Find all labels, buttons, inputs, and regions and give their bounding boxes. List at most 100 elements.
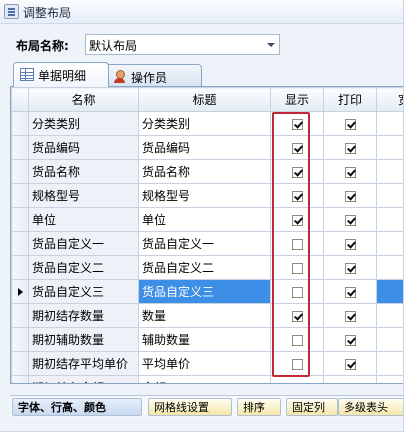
tab-fixed-columns[interactable]: 固定列 [286,398,338,416]
show-checkbox[interactable] [291,166,303,178]
table-row[interactable]: 货品自定义三 货品自定义三 [11,279,403,304]
row-indicator[interactable] [11,111,29,136]
show-checkbox[interactable] [291,190,303,202]
field-title-cell[interactable]: 货品自定义三 [138,279,271,304]
width-cell[interactable] [376,255,403,280]
print-checkbox[interactable] [344,286,356,298]
table-row[interactable]: 期初结存平均单价 平均单价 [11,351,403,376]
table-row[interactable]: 规格型号 规格型号 [11,183,403,208]
print-cell [323,207,377,232]
field-title-cell[interactable]: 货品名称 [138,159,271,184]
table-row[interactable]: 期初结存金额金额 [11,375,403,383]
layout-name-label: 布局名称: [16,39,69,53]
field-title-cell[interactable]: 单位 [138,207,271,232]
show-checkbox[interactable] [291,262,303,274]
field-title-cell[interactable]: 货品自定义二 [138,255,271,280]
row-indicator[interactable] [11,207,29,232]
print-checkbox[interactable] [344,214,356,226]
table-row[interactable]: 分类类别 分类类别 [11,111,403,136]
tab-gridline-settings[interactable]: 网格线设置 [148,398,232,416]
width-cell[interactable] [376,351,403,376]
layout-name-row: 布局名称: 默认布局 [0,32,403,58]
print-checkbox[interactable] [344,190,356,202]
field-title-cell[interactable]: 平均单价 [138,351,271,376]
column-settings-table: 名称 标题 显示 打印 宽 分类类别分类类别货品编码货品编码货品名称货品名称规格… [11,87,403,383]
row-indicator[interactable] [11,159,29,184]
print-cell [323,183,377,208]
print-cell [323,231,377,256]
show-checkbox[interactable] [291,358,303,370]
width-cell[interactable] [376,111,403,136]
row-indicator[interactable] [11,375,29,383]
table-row[interactable]: 货品名称 货品名称 [11,159,403,184]
show-checkbox[interactable] [291,238,303,250]
print-checkbox[interactable] [344,358,356,370]
table-row[interactable]: 货品自定义一 货品自定义一 [11,231,403,256]
row-indicator[interactable] [11,183,29,208]
tab-operator[interactable]: 操作员 [106,64,202,86]
tab-multi-header[interactable]: 多级表头 [338,398,403,416]
field-title-cell[interactable]: 辅助数量 [138,327,271,352]
print-cell [323,111,377,136]
row-indicator[interactable] [11,303,29,328]
show-cell [270,327,324,352]
width-cell[interactable] [376,135,403,160]
header-width[interactable]: 宽 [376,87,403,112]
table-row[interactable]: 货品自定义二 货品自定义二 [11,255,403,280]
row-indicator[interactable] [11,279,29,304]
header-indicator [11,87,29,112]
width-cell[interactable] [376,231,403,256]
show-checkbox[interactable] [291,142,303,154]
field-title-cell[interactable]: 分类类别 [138,111,271,136]
table-row[interactable]: 货品编码 货品编码 [11,135,403,160]
field-name-cell: 单位 [28,207,139,232]
width-cell[interactable] [376,279,403,304]
show-checkbox[interactable] [291,214,303,226]
field-title-cell[interactable]: 金额 [138,375,271,383]
field-title-cell[interactable]: 货品自定义一 [138,231,271,256]
print-checkbox[interactable] [344,334,356,346]
print-checkbox[interactable] [344,310,356,322]
chevron-down-icon[interactable] [263,36,278,53]
header-print[interactable]: 打印 [323,87,377,112]
row-indicator[interactable] [11,135,29,160]
table-row[interactable]: 期初结存数量 数量 [11,303,403,328]
show-checkbox[interactable] [291,382,303,383]
width-cell[interactable] [376,207,403,232]
width-cell[interactable] [376,375,403,383]
layout-name-value: 默认布局 [89,39,138,53]
print-checkbox[interactable] [344,382,356,383]
width-cell[interactable] [376,303,403,328]
show-checkbox[interactable] [291,118,303,130]
table-row[interactable]: 单位 单位 [11,207,403,232]
field-name-cell: 规格型号 [28,183,139,208]
row-indicator[interactable] [11,327,29,352]
header-show[interactable]: 显示 [270,87,324,112]
print-checkbox[interactable] [344,238,356,250]
width-cell[interactable] [376,327,403,352]
row-indicator[interactable] [11,351,29,376]
show-checkbox[interactable] [291,334,303,346]
print-checkbox[interactable] [344,262,356,274]
table-row[interactable]: 期初辅助数量 辅助数量 [11,327,403,352]
width-cell[interactable] [376,183,403,208]
tab-sort[interactable]: 排序 [237,398,281,416]
row-indicator[interactable] [11,231,29,256]
width-cell[interactable] [376,159,403,184]
field-title-cell[interactable]: 规格型号 [138,183,271,208]
print-checkbox[interactable] [344,142,356,154]
tab-font-row-color[interactable]: 字体、行高、颜色 [12,398,142,416]
layout-name-combo[interactable]: 默认布局 [85,34,280,55]
row-indicator[interactable] [11,255,29,280]
table-icon [20,68,34,81]
print-checkbox[interactable] [344,166,356,178]
header-title[interactable]: 标题 [138,87,271,112]
print-checkbox[interactable] [344,118,356,130]
adjust-layout-window: 调整布局 布局名称: 默认布局 操作员 单据明细 名称 标题 显示 打印 分类类… [0,0,404,432]
field-title-cell[interactable]: 货品编码 [138,135,271,160]
field-title-cell[interactable]: 数量 [138,303,271,328]
show-checkbox[interactable] [291,286,303,298]
tab-document-detail[interactable]: 单据明细 [13,62,109,87]
header-name[interactable]: 名称 [28,87,139,112]
show-checkbox[interactable] [291,310,303,322]
